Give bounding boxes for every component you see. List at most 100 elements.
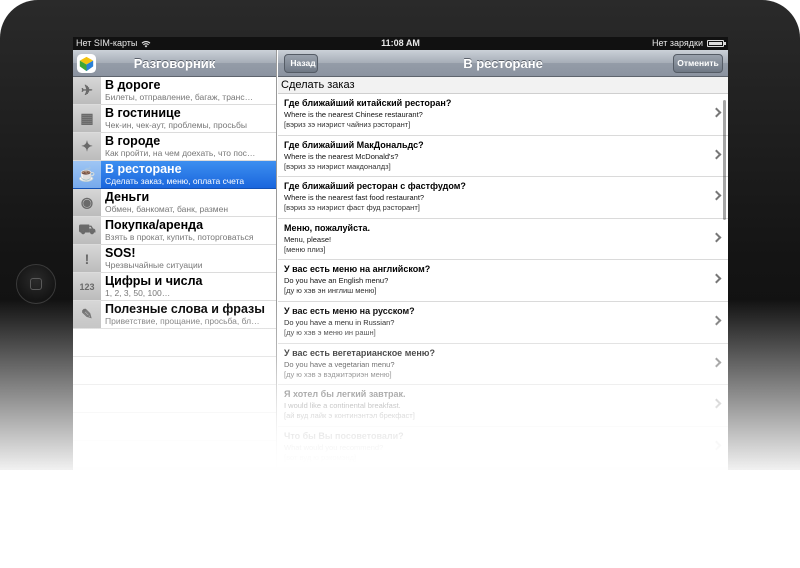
phrase-row[interactable]: Что бы Вы посоветовали? What would you re… bbox=[278, 426, 728, 467]
category-item[interactable]: ✎ Полезные слова и фразы Приветствие, прощ… bbox=[73, 301, 276, 329]
phrase-row[interactable]: У вас есть меню на английском? Do you hav… bbox=[278, 260, 728, 302]
phrase-row[interactable]: Где ближайший МакДональдс? Where is the n… bbox=[278, 135, 728, 178]
phrase-english: I would like a continental breakfast. bbox=[284, 401, 401, 411]
phrase-english: Do you have a menu in Russian? bbox=[284, 317, 395, 327]
phrase-russian: Меню, пожалуйста. bbox=[284, 222, 370, 233]
scrollbar[interactable] bbox=[723, 100, 726, 220]
phrase-transcription: [ду ю хэв э вэджитэриэн меню] bbox=[284, 369, 392, 379]
phrase-list: Где ближайший китайский ресторан? Where i… bbox=[278, 94, 728, 467]
coins-icon: ◉ bbox=[73, 189, 101, 216]
phrase-transcription: [ай вуд лайк э континэнтэл брекфаст] bbox=[284, 411, 415, 421]
chevron-right-icon bbox=[711, 107, 722, 118]
category-item[interactable]: ☕ В ресторане Сделать заказ, меню, оплата … bbox=[73, 161, 276, 189]
home-button[interactable] bbox=[16, 264, 56, 304]
phrase-russian: У вас есть меню на русском? bbox=[284, 305, 415, 316]
phrase-transcription: [ду ю хэв эн инглиш меню] bbox=[284, 286, 377, 296]
phrase-russian: Что бы Вы посоветовали? bbox=[284, 430, 404, 441]
category-item[interactable]: ◉ Деньги Обмен, банкомат, банк, размен bbox=[73, 189, 276, 217]
category-item[interactable]: ! SOS! Чрезвычайные ситуации bbox=[73, 245, 276, 273]
empty-row bbox=[73, 413, 276, 441]
category-subtitle: Обмен, банкомат, банк, размен bbox=[105, 204, 229, 214]
phrase-russian: Где ближайший МакДональдс? bbox=[284, 139, 424, 150]
category-title: В гостинице bbox=[105, 106, 181, 120]
home-square-icon bbox=[30, 278, 42, 290]
chevron-right-icon bbox=[711, 398, 722, 409]
category-pane: Разговорник ✈ В дороге Билеты, отправление… bbox=[73, 50, 277, 467]
left-navbar: Разговорник bbox=[73, 50, 276, 77]
right-navbar: Назад В ресторане Отменить bbox=[278, 50, 728, 77]
section-header: Сделать заказ bbox=[278, 77, 728, 94]
cancel-button[interactable]: Отменить bbox=[673, 54, 723, 73]
status-bar: Нет SIM-карты 11:08 AM Нет зарядки bbox=[73, 37, 728, 50]
category-subtitle: Чек-ин, чек-аут, проблемы, просьбы bbox=[105, 120, 247, 130]
chevron-right-icon bbox=[711, 190, 722, 201]
category-list: ✈ В дороге Билеты, отправление, багаж, тра… bbox=[73, 77, 276, 329]
category-title: Цифры и числа bbox=[105, 274, 203, 288]
phrase-row[interactable]: У вас есть меню на русском? Do you have a… bbox=[278, 301, 728, 344]
chevron-right-icon bbox=[711, 232, 722, 243]
phrase-transcription: [меню плиз] bbox=[284, 244, 326, 254]
category-title: Полезные слова и фразы bbox=[105, 302, 265, 316]
phrase-row[interactable]: Меню, пожалуйста. Menu, please! [меню плиз… bbox=[278, 218, 728, 261]
category-item[interactable]: ✦ В городе Как пройти, на чем доехать, что… bbox=[73, 133, 276, 161]
screen: Нет SIM-карты 11:08 AM Нет зарядки Разго… bbox=[73, 37, 728, 467]
category-item[interactable]: ▦ В гостинице Чек-ин, чек-аут, проблемы, п… bbox=[73, 105, 276, 133]
chevron-right-icon bbox=[711, 357, 722, 368]
category-title: Деньги bbox=[105, 190, 150, 204]
status-time: 11:08 AM bbox=[381, 38, 420, 48]
phrase-russian: У вас есть меню на английском? bbox=[284, 264, 431, 275]
phrase-russian: У вас есть вегетарианское меню? bbox=[284, 347, 435, 358]
category-item[interactable]: 123 Цифры и числа 1, 2, 3, 50, 100… bbox=[73, 273, 276, 301]
airplane-icon: ✈ bbox=[73, 77, 101, 104]
phrase-russian: Я хотел бы легкий завтрак. bbox=[284, 389, 406, 400]
phrase-english: Where is the nearest McDonald's? bbox=[284, 151, 399, 161]
category-subtitle: 1, 2, 3, 50, 100… bbox=[105, 288, 171, 298]
category-title: SOS! bbox=[105, 246, 136, 260]
battery-label: Нет зарядки bbox=[652, 38, 703, 48]
waiter-icon: ☕ bbox=[73, 161, 101, 188]
category-subtitle: Сделать заказ, меню, оплата счета bbox=[105, 176, 245, 186]
phrase-russian: Где ближайший ресторан с фастфудом? bbox=[284, 181, 466, 192]
phrase-english: Do you have a vegetarian menu? bbox=[284, 359, 395, 369]
phrase-transcription: [вот вуд ю рэкомэнд] bbox=[284, 452, 357, 462]
category-item[interactable]: ✈ В дороге Билеты, отправление, багаж, тра… bbox=[73, 77, 276, 105]
numbers-icon: 123 bbox=[73, 273, 101, 300]
phrase-english: Where is the nearest fast food restauran… bbox=[284, 193, 425, 203]
phrase-russian: Где ближайший китайский ресторан? bbox=[284, 98, 452, 108]
chevron-right-icon bbox=[711, 273, 722, 284]
phrase-transcription: [вэриз зэ ниэрист макдоналдз] bbox=[284, 161, 391, 171]
phrases-pane: Назад В ресторане Отменить Сделать заказ… bbox=[278, 50, 728, 467]
phrase-english: Where is the nearest Chinese restaurant? bbox=[284, 110, 423, 119]
chevron-right-icon bbox=[711, 149, 722, 160]
empty-row bbox=[73, 357, 276, 385]
phrase-english: Menu, please! bbox=[284, 234, 332, 244]
cart-icon: ⛟ bbox=[73, 217, 101, 244]
category-subtitle: Приветствие, прощание, просьба, бл… bbox=[105, 316, 260, 326]
battery-icon bbox=[707, 40, 726, 47]
hotel-icon: ▦ bbox=[73, 105, 101, 132]
category-subtitle: Как пройти, на чем доехать, что пос… bbox=[105, 148, 256, 158]
chevron-right-icon bbox=[711, 440, 722, 451]
right-nav-title: В ресторане bbox=[463, 56, 543, 71]
phrase-row[interactable]: У вас есть вегетарианское меню? Do you ha… bbox=[278, 343, 728, 386]
ipad-device: Нет SIM-карты 11:08 AM Нет зарядки Разго… bbox=[0, 0, 800, 568]
phrase-row[interactable]: Где ближайший китайский ресторан? Where i… bbox=[278, 94, 728, 136]
chevron-right-icon bbox=[711, 315, 722, 326]
category-item[interactable]: ⛟ Покупка/аренда Взять в прокат, купить, п… bbox=[73, 217, 276, 245]
phrase-transcription: [вэриз зэ ниэрист фаст фуд рэсторант] bbox=[284, 203, 420, 213]
category-title: В ресторане bbox=[105, 162, 182, 176]
category-subtitle: Билеты, отправление, багаж, транс… bbox=[105, 92, 254, 102]
category-title: В дороге bbox=[105, 78, 161, 92]
phrase-row[interactable]: Где ближайший ресторан с фастфудом? Where… bbox=[278, 177, 728, 219]
phrase-english: What would you recommend? bbox=[284, 442, 384, 452]
left-nav-title: Разговорник bbox=[133, 56, 216, 71]
notepad-icon: ✎ bbox=[73, 301, 101, 328]
status-right: Нет зарядки bbox=[652, 37, 726, 50]
phrase-transcription: [вэриз зэ ниэрист чайниз рэсторант] bbox=[284, 120, 411, 129]
category-title: Покупка/аренда bbox=[105, 218, 204, 232]
phrase-transcription: [ду ю хэв э меню ин рашн] bbox=[284, 327, 376, 337]
empty-row bbox=[73, 385, 276, 413]
phrase-row[interactable]: Я хотел бы легкий завтрак. I would like a… bbox=[278, 385, 728, 427]
category-subtitle: Взять в прокат, купить, поторговаться bbox=[105, 232, 254, 242]
empty-row bbox=[73, 329, 276, 357]
